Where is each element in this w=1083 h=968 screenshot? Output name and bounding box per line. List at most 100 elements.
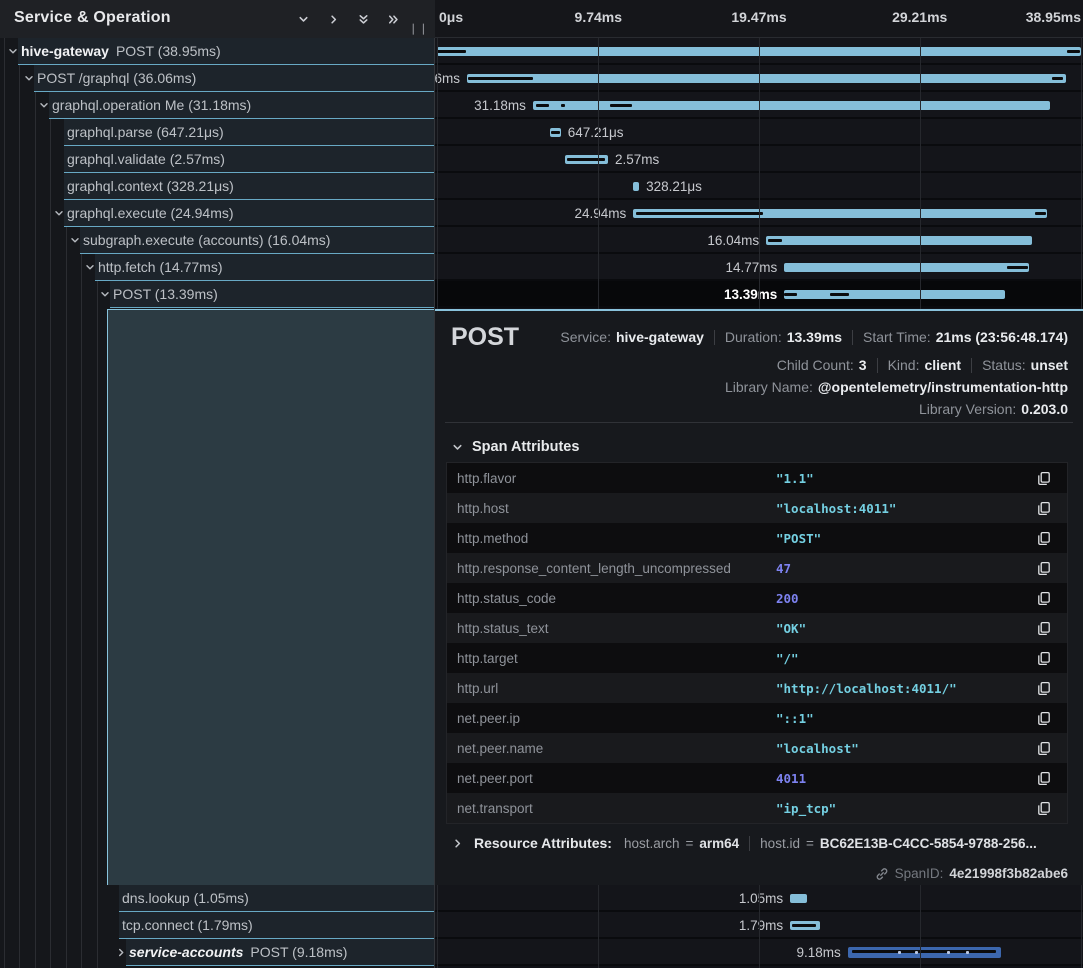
span-tree-row[interactable]: graphql.operation Me (31.18ms) bbox=[49, 92, 435, 119]
span-tree-row[interactable]: dns.lookup (1.05ms) bbox=[119, 885, 435, 912]
span-bar[interactable] bbox=[633, 182, 639, 191]
chevron-right-icon[interactable] bbox=[451, 837, 464, 850]
panel-resize-grip[interactable]: ❘❘ bbox=[409, 22, 429, 35]
attribute-row[interactable]: http.host"localhost:4011" bbox=[447, 493, 1067, 523]
chevron-down-icon[interactable] bbox=[84, 261, 96, 273]
attribute-key: http.status_code bbox=[447, 591, 776, 606]
chevron-down-icon[interactable] bbox=[23, 72, 35, 84]
span-bar-tick bbox=[636, 212, 763, 215]
span-bar[interactable] bbox=[790, 921, 820, 930]
trace-viewer: 0μs9.74ms19.47ms29.21ms38.95ms 36.06ms31… bbox=[0, 0, 1083, 968]
panel-divider[interactable] bbox=[434, 0, 435, 968]
span-tree-row[interactable]: graphql.execute (24.94ms) bbox=[64, 200, 435, 227]
attribute-value: "localhost" bbox=[776, 741, 1033, 756]
resource-attributes-title: Resource Attributes: bbox=[474, 835, 612, 851]
meta-separator bbox=[714, 330, 715, 345]
span-bar[interactable] bbox=[784, 290, 1005, 299]
chevron-down-icon[interactable] bbox=[53, 207, 65, 219]
collapse-one-icon[interactable] bbox=[295, 11, 311, 27]
attribute-row[interactable]: http.status_text"OK" bbox=[447, 613, 1067, 643]
span-bar[interactable] bbox=[550, 128, 561, 137]
span-tree-row[interactable]: http.fetch (14.77ms) bbox=[95, 254, 435, 281]
chevron-down-icon[interactable] bbox=[69, 234, 81, 246]
span-bar[interactable] bbox=[565, 155, 608, 164]
attribute-key: http.status_text bbox=[447, 621, 776, 636]
span-bar-tick bbox=[852, 950, 996, 953]
span-tree-row[interactable]: hive-gatewayPOST (38.95ms) bbox=[18, 38, 435, 65]
meta-separator bbox=[852, 330, 853, 345]
meta-label: Duration: bbox=[725, 329, 782, 345]
span-bar[interactable] bbox=[784, 263, 1028, 272]
copy-icon[interactable] bbox=[1033, 767, 1055, 789]
span-tree-row[interactable]: service-accountsPOST (9.18ms) bbox=[126, 939, 435, 966]
span-tree-row[interactable]: tcp.connect (1.79ms) bbox=[119, 912, 435, 939]
expand-all-icon[interactable] bbox=[385, 11, 401, 27]
copy-icon[interactable] bbox=[1033, 527, 1055, 549]
copy-icon[interactable] bbox=[1033, 677, 1055, 699]
meta-pair: Library Version:0.203.0 bbox=[919, 401, 1068, 417]
span-tree-row[interactable]: POST (13.39ms) bbox=[110, 281, 435, 308]
attribute-row[interactable]: http.status_code200 bbox=[447, 583, 1067, 613]
copy-icon[interactable] bbox=[1033, 737, 1055, 759]
span-tree-row[interactable]: graphql.parse (647.21μs) bbox=[64, 119, 435, 146]
attribute-row[interactable]: net.peer.name"localhost" bbox=[447, 733, 1067, 763]
copy-icon[interactable] bbox=[1033, 617, 1055, 639]
duration-label: 328.21μs bbox=[646, 179, 702, 194]
span-tree-row[interactable]: graphql.context (328.21μs) bbox=[64, 173, 435, 200]
copy-icon[interactable] bbox=[1033, 587, 1055, 609]
duration-label: 9.18ms bbox=[796, 945, 840, 960]
resource-key: host.arch bbox=[624, 836, 680, 851]
copy-icon[interactable] bbox=[1033, 647, 1055, 669]
span-tree-row[interactable]: subgraph.execute (accounts) (16.04ms) bbox=[80, 227, 435, 254]
span-bar[interactable] bbox=[766, 236, 1032, 245]
span-detail-panel: POST Service:hive-gatewayDuration:13.39m… bbox=[435, 309, 1083, 885]
span-tree-row[interactable]: POST /graphql (36.06ms) bbox=[34, 65, 435, 92]
span-bar-tick bbox=[610, 104, 632, 107]
span-attributes-header[interactable]: Span Attributes bbox=[451, 439, 579, 455]
chevron-down-icon[interactable] bbox=[38, 99, 50, 111]
attribute-value: 47 bbox=[776, 561, 1033, 576]
copy-icon[interactable] bbox=[1033, 707, 1055, 729]
operation-label: subgraph.execute (accounts) (16.04ms) bbox=[83, 232, 330, 248]
timeline-ruler[interactable]: 0μs9.74ms19.47ms29.21ms38.95ms bbox=[435, 0, 1083, 38]
attribute-row[interactable]: net.peer.ip"::1" bbox=[447, 703, 1067, 733]
operation-label: graphql.execute (24.94ms) bbox=[67, 205, 234, 221]
link-icon[interactable] bbox=[875, 867, 889, 881]
attribute-row[interactable]: http.method"POST" bbox=[447, 523, 1067, 553]
detail-meta-line: Child Count:3Kind:clientStatus:unset bbox=[777, 357, 1068, 373]
span-bar[interactable] bbox=[467, 74, 1066, 83]
duration-label: 36.06ms bbox=[435, 71, 460, 86]
expanded-span-row-background[interactable] bbox=[107, 309, 434, 885]
ruler-tick-label: 0μs bbox=[439, 9, 463, 25]
resource-attributes-row[interactable]: Resource Attributes:host.arch=arm64host.… bbox=[451, 835, 1073, 851]
span-id-value: 4e21998f3b82abe6 bbox=[949, 866, 1068, 881]
attribute-row[interactable]: http.url"http://localhost:4011/" bbox=[447, 673, 1067, 703]
attribute-row[interactable]: http.response_content_length_uncompresse… bbox=[447, 553, 1067, 583]
equals-sign: = bbox=[685, 836, 693, 851]
duration-label: 647.21μs bbox=[568, 125, 624, 140]
expand-one-icon[interactable] bbox=[325, 11, 341, 27]
chevron-right-icon[interactable] bbox=[115, 946, 127, 958]
attribute-row[interactable]: net.peer.port4011 bbox=[447, 763, 1067, 793]
attribute-row[interactable]: http.target"/" bbox=[447, 643, 1067, 673]
chevron-down-icon[interactable] bbox=[99, 288, 111, 300]
attribute-key: net.peer.port bbox=[447, 771, 776, 786]
copy-icon[interactable] bbox=[1033, 497, 1055, 519]
meta-pair: Status:unset bbox=[982, 357, 1068, 373]
attribute-row[interactable]: net.transport"ip_tcp" bbox=[447, 793, 1067, 823]
span-bar[interactable] bbox=[790, 894, 807, 903]
copy-icon[interactable] bbox=[1033, 797, 1055, 819]
span-bar-tick bbox=[830, 293, 849, 296]
copy-icon[interactable] bbox=[1033, 467, 1055, 489]
collapse-all-icon[interactable] bbox=[355, 11, 371, 27]
copy-icon[interactable] bbox=[1033, 557, 1055, 579]
span-bar[interactable] bbox=[533, 101, 1050, 110]
chevron-down-icon[interactable] bbox=[7, 45, 19, 57]
span-bar[interactable] bbox=[848, 947, 1001, 958]
attribute-row[interactable]: http.flavor"1.1" bbox=[447, 463, 1067, 493]
span-tree-row[interactable]: graphql.validate (2.57ms) bbox=[64, 146, 435, 173]
span-bar[interactable] bbox=[633, 209, 1047, 218]
detail-meta-line: Service:hive-gatewayDuration:13.39msStar… bbox=[560, 329, 1068, 345]
meta-label: Kind: bbox=[888, 357, 920, 373]
span-bar-tick bbox=[468, 77, 533, 80]
